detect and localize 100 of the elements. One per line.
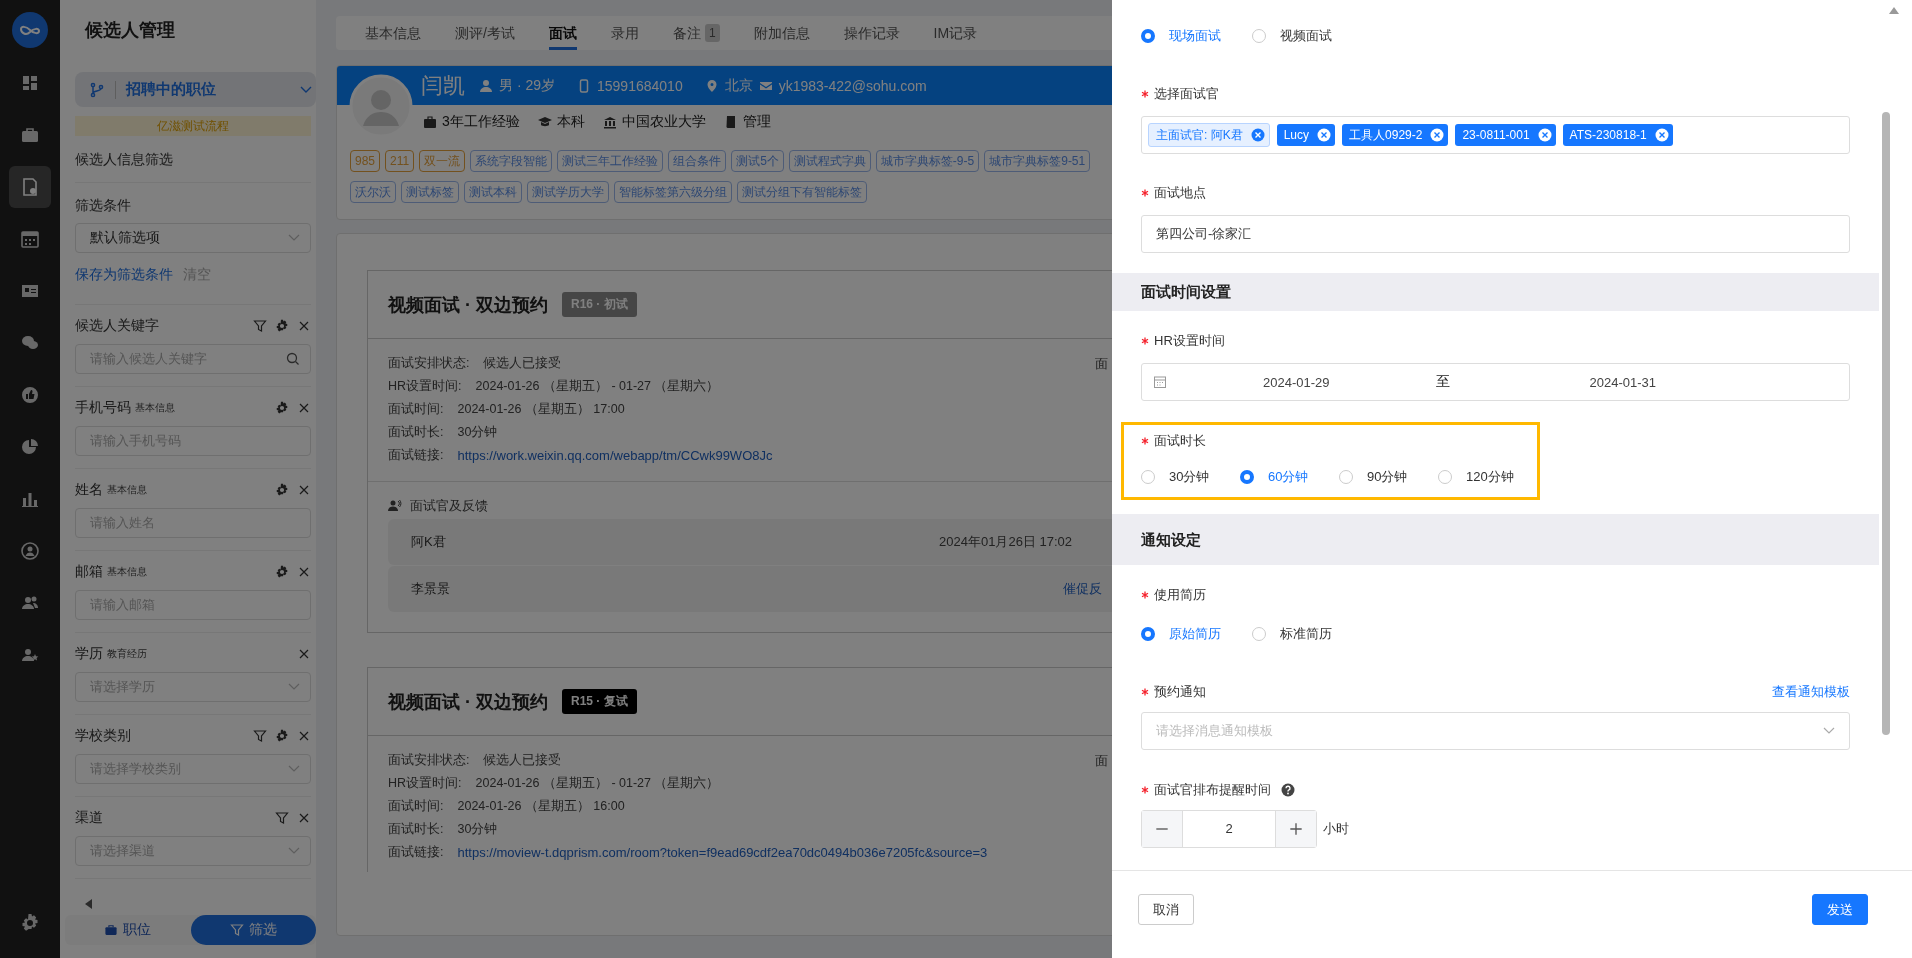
detail-label: 面试时长: xyxy=(388,821,444,838)
settings-icon[interactable] xyxy=(275,483,289,497)
radio-label[interactable]: 60分钟 xyxy=(1268,468,1309,486)
tab[interactable]: 测评/考试 xyxy=(455,16,515,50)
filter-category: 基本信息 xyxy=(135,401,175,415)
settings-icon[interactable] xyxy=(275,565,289,579)
tag: 211 xyxy=(385,150,415,172)
filter-icon[interactable] xyxy=(253,319,267,333)
scrollbar-thumb[interactable] xyxy=(1882,112,1890,735)
radio-label[interactable]: 标准简历 xyxy=(1280,625,1332,643)
tag: 测试三年工作经验 xyxy=(557,150,664,172)
settings-icon[interactable] xyxy=(275,729,289,743)
field-label: HR设置时间 xyxy=(1154,332,1225,350)
field-label: 面试官排布提醒时间 xyxy=(1154,781,1271,799)
document-icon[interactable] xyxy=(9,166,51,208)
date-range-field[interactable]: 2024-01-29 至 2024-01-31 xyxy=(1141,363,1850,401)
filter-label: 学校类别 xyxy=(75,727,131,745)
chevron-down-icon xyxy=(1823,727,1835,735)
tag: 测试5个 xyxy=(731,150,784,172)
filter-label: 姓名 xyxy=(75,481,103,499)
radio-button[interactable] xyxy=(1141,627,1155,641)
close-icon[interactable] xyxy=(297,811,311,825)
close-icon[interactable] xyxy=(1537,128,1552,142)
location-pin-icon xyxy=(704,78,719,93)
field-label: 筛选条件 xyxy=(75,197,132,215)
scroll-up-icon[interactable] xyxy=(1889,7,1899,14)
radio-label[interactable]: 30分钟 xyxy=(1169,468,1210,486)
branch-icon xyxy=(89,81,105,98)
radio-button[interactable] xyxy=(1141,29,1155,43)
save-filter-link[interactable]: 保存为筛选条件 xyxy=(75,266,173,284)
tag: 系统字段智能 xyxy=(470,150,553,172)
radio-button[interactable] xyxy=(1240,470,1254,484)
close-icon[interactable] xyxy=(1654,128,1669,142)
radio-label[interactable]: 120分钟 xyxy=(1466,468,1514,486)
bank-icon xyxy=(602,115,617,129)
scroll-left-icon[interactable] xyxy=(85,899,93,909)
filter-icon[interactable] xyxy=(253,729,267,743)
section-title: 面试官及反馈 xyxy=(410,497,488,515)
phone-number: 15991684010 xyxy=(597,77,683,94)
tag: 测试本科 xyxy=(464,181,522,203)
people-icon xyxy=(388,499,402,513)
settings-icon[interactable] xyxy=(275,401,289,415)
help-icon[interactable] xyxy=(1281,783,1295,797)
close-icon[interactable] xyxy=(297,483,311,497)
tab[interactable]: 录用 xyxy=(610,16,639,50)
position-select[interactable]: 招聘中的职位 xyxy=(75,72,316,107)
close-icon[interactable] xyxy=(1430,128,1445,142)
send-button[interactable]: 发送 xyxy=(1812,894,1868,925)
view-template-link[interactable]: 查看通知模板 xyxy=(1772,683,1850,701)
detail-label: 面试链接: xyxy=(388,447,444,464)
detail-value: 30分钟 xyxy=(457,424,498,441)
chevron-down-icon xyxy=(288,234,300,242)
radio-label[interactable]: 原始简历 xyxy=(1169,625,1221,643)
remind-link[interactable]: 催促反 xyxy=(1063,580,1102,598)
tab[interactable]: 附加信息 xyxy=(753,16,810,50)
section-header: 面试时间设置 xyxy=(1112,273,1879,311)
meeting-link[interactable]: https://moview-t.dqprism.com/room?token=f9ead69cdf2ea70dc0494b036e7205fc&source=3 xyxy=(457,845,988,860)
logo-icon[interactable] xyxy=(12,12,48,48)
tab[interactable]: 面试 xyxy=(548,16,577,50)
plus-icon[interactable] xyxy=(1275,811,1316,847)
radio-label[interactable]: 视频面试 xyxy=(1280,27,1332,45)
detail-label: 面试链接: xyxy=(388,844,444,861)
radio-label[interactable]: 现场面试 xyxy=(1169,27,1221,45)
field-label: 使用简历 xyxy=(1154,586,1206,604)
close-icon[interactable] xyxy=(297,729,311,743)
close-icon[interactable] xyxy=(297,319,311,333)
tab[interactable]: IM记录 xyxy=(933,16,978,50)
tag: 城市字典标签-9-5 xyxy=(875,150,980,172)
filter-label: 邮箱 xyxy=(75,563,103,581)
briefcase-icon xyxy=(104,923,119,937)
tag: 测试分组下有智能标签 xyxy=(737,181,867,203)
close-icon[interactable] xyxy=(1317,128,1332,142)
detail-value: 2024-01-26 （星期五） 16:00 xyxy=(457,798,625,815)
tab[interactable]: 基本信息 xyxy=(365,16,421,50)
number-stepper[interactable]: 2 xyxy=(1141,810,1317,848)
close-icon[interactable] xyxy=(297,565,311,579)
tab[interactable]: 备注 1 xyxy=(672,16,720,50)
radio-label[interactable]: 90分钟 xyxy=(1367,468,1408,486)
condition-select[interactable]: 默认筛选项 xyxy=(75,223,311,253)
close-icon[interactable] xyxy=(297,401,311,415)
interviewer-select[interactable]: 主面试官: 阿K君 Lucy 工具人0929-2 23-0811-001 ATS-230818-1 xyxy=(1141,116,1850,154)
close-icon[interactable] xyxy=(1250,128,1265,142)
tag: 城市字典标签9-51 xyxy=(984,150,1091,172)
cancel-button[interactable]: 取消 xyxy=(1138,894,1194,925)
interviewer-tag: 工具人0929-2 xyxy=(1342,124,1449,146)
detail-value: 2024-01-26 （星期五） - 01-27 （星期六） xyxy=(475,378,720,395)
tab[interactable]: 操作记录 xyxy=(843,16,900,50)
city: 北京 xyxy=(724,76,753,95)
field-label: 面试时长 xyxy=(1154,432,1206,450)
section-header: 通知设定 xyxy=(1112,514,1879,565)
bottom-tab[interactable]: 职位 xyxy=(65,915,191,945)
chevron-down-icon xyxy=(288,765,300,773)
settings-icon[interactable] xyxy=(275,319,289,333)
filter-icon[interactable] xyxy=(275,811,289,825)
meeting-link[interactable]: https://work.weixin.qq.com/webapp/tm/CCwk99WO8Jc xyxy=(457,448,773,463)
input-field[interactable]: 第四公司-徐家汇 xyxy=(1141,215,1850,253)
filter-label: 手机号码 xyxy=(75,399,131,417)
close-icon[interactable] xyxy=(297,647,311,661)
select-field[interactable]: 请选择消息通知模板 xyxy=(1141,712,1850,750)
bottom-tab[interactable]: 筛选 xyxy=(190,915,316,945)
